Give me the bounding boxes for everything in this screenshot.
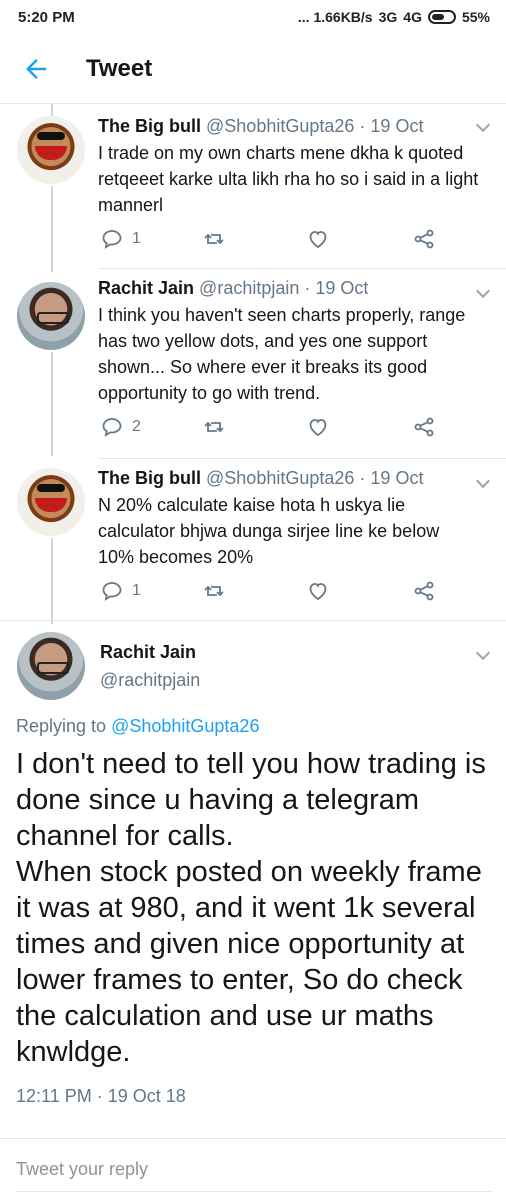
status-time: 5:20 PM (18, 8, 75, 26)
replying-to: Replying to @ShobhitGupta26 (16, 716, 259, 737)
author-name[interactable]: The Big bull (98, 468, 201, 488)
retweet-button[interactable] (202, 414, 226, 440)
tweet-header: Rachit Jain @rachitpjain · 19 Oct (98, 276, 480, 300)
tweet-date: · 19 Oct (359, 116, 424, 136)
reply-count: 2 (132, 418, 141, 435)
author-name[interactable]: The Big bull (98, 116, 201, 136)
reply-icon (102, 582, 122, 601)
tweet-date: · 19 Oct (359, 468, 424, 488)
reply-underline (16, 1191, 492, 1192)
reply-tweet[interactable]: Rachit Jain @rachitpjain · 19 Oct I thin… (0, 270, 506, 458)
network-speed: ... 1.66KB/s (297, 9, 373, 25)
share-button[interactable] (412, 226, 436, 252)
status-indicators: ... 1.66KB/s 3G 4G 55% (298, 9, 490, 25)
page-title: Tweet (86, 54, 153, 82)
avatar[interactable] (17, 116, 85, 184)
share-button[interactable] (412, 414, 436, 440)
avatar[interactable] (17, 282, 85, 350)
tweet-text: I think you haven't seen charts properly… (98, 305, 466, 403)
reply-button[interactable]: 1 (100, 226, 141, 252)
signal-4g: 4G (403, 9, 422, 25)
author-handle[interactable]: @ShobhitGupta26 (206, 468, 354, 488)
tweet-header: The Big bull @ShobhitGupta26 · 19 Oct (98, 114, 480, 138)
share-icon (414, 581, 434, 601)
tweet-text: I trade on my own charts mene dkha k quo… (98, 143, 479, 215)
reply-button[interactable]: 2 (100, 414, 141, 440)
heart-icon (309, 419, 327, 437)
author-handle[interactable]: @ShobhitGupta26 (206, 116, 354, 136)
arrow-left-icon (26, 58, 46, 79)
reply-button[interactable]: 1 (100, 578, 141, 604)
share-icon (414, 229, 434, 249)
status-bar: 5:20 PM ... 1.66KB/s 3G 4G 55% (0, 0, 506, 34)
app-bar: Tweet (0, 34, 506, 104)
avatar[interactable] (17, 468, 85, 536)
share-icon (414, 417, 434, 437)
replying-prefix: Replying to (16, 716, 107, 736)
divider (98, 458, 506, 459)
like-button[interactable] (306, 414, 330, 440)
reply-tweet[interactable]: The Big bull @ShobhitGupta26 · 19 Oct N … (0, 460, 506, 620)
battery-level: 55% (461, 9, 490, 25)
share-button[interactable] (412, 578, 436, 604)
tweet-actions: 1 (100, 226, 440, 252)
signal-3g: 3G (378, 9, 398, 25)
avatar[interactable] (17, 632, 85, 700)
replying-to-link[interactable]: @ShobhitGupta26 (111, 716, 259, 736)
back-button[interactable] (0, 34, 72, 104)
reply-bar: Tweet your reply (0, 1138, 506, 1200)
retweet-button[interactable] (202, 578, 226, 604)
retweet-icon (204, 421, 224, 433)
tweet-date: · 19 Oct (304, 278, 369, 298)
reply-icon (102, 418, 122, 437)
main-tweet-text: I don't need to tell you how trading is … (16, 748, 486, 1068)
reply-count: 1 (132, 230, 141, 247)
author-handle[interactable]: @rachitpjain (199, 278, 299, 298)
heart-icon (309, 583, 327, 601)
reply-count: 1 (132, 582, 141, 599)
reply-tweet[interactable]: The Big bull @ShobhitGupta26 · 19 Oct I … (0, 104, 506, 268)
reply-input[interactable]: Tweet your reply (16, 1159, 148, 1180)
tweet-header: The Big bull @ShobhitGupta26 · 19 Oct (98, 466, 480, 490)
chevron-down-icon[interactable] (476, 648, 490, 662)
author-name[interactable]: Rachit Jain (100, 642, 196, 663)
author-handle[interactable]: @rachitpjain (100, 670, 200, 691)
tweet-text: N 20% calculate kaise hota h uskya lie c… (98, 495, 440, 567)
like-button[interactable] (306, 578, 330, 604)
battery-icon (427, 10, 456, 24)
retweet-button[interactable] (202, 226, 226, 252)
retweet-icon (204, 585, 224, 597)
tweet-actions: 1 (100, 578, 440, 604)
reply-icon (102, 230, 122, 249)
tweet-actions: 2 (100, 414, 440, 440)
tweet-timestamp[interactable]: 12:11 PM · 19 Oct 18 (16, 1086, 186, 1107)
like-button[interactable] (306, 226, 330, 252)
main-tweet-header: Rachit Jain @rachitpjain (0, 620, 506, 716)
heart-icon (309, 231, 327, 249)
retweet-icon (204, 233, 224, 245)
divider (98, 268, 506, 269)
author-name[interactable]: Rachit Jain (98, 278, 194, 298)
